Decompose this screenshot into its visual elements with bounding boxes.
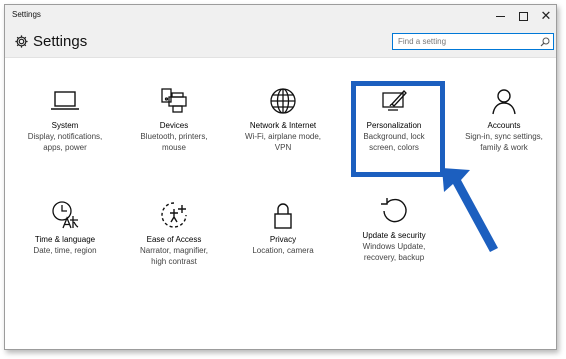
tile-privacy[interactable]: Privacy Location, camera [227,199,339,256]
minimize-button[interactable] [489,6,511,26]
tile-description: Date, time, region [33,246,97,255]
tile-accounts[interactable]: Accounts Sign-in, sync settings, family … [448,85,560,153]
tile-devices[interactable]: Devices Bluetooth, printers, mouse [118,85,230,153]
tile-time-language[interactable]: Time & language Date, time, region [9,199,121,256]
refresh-icon [381,198,407,223]
close-button[interactable]: ✕ [535,6,557,26]
tile-name: System [51,121,79,130]
search-box[interactable] [392,33,554,50]
maximize-button[interactable] [512,6,534,26]
tile-ease-of-access[interactable]: Ease of Access Narrator, magnifier, high… [118,199,230,267]
tile-name: Time & language [34,235,96,244]
laptop-icon [51,91,79,110]
settings-header: Settings [5,27,556,58]
tile-name: Network & Internet [249,121,317,130]
tile-name: Devices [159,121,189,130]
tile-system[interactable]: System Display, notifications, apps, pow… [9,85,121,153]
person-icon [492,89,516,115]
globe-icon [270,88,296,114]
page-title: Settings [33,33,88,50]
tile-description: Location, camera [252,246,314,255]
window-title: Settings [12,10,41,19]
settings-window: Settings ✕ Settings Find a setting Syste… [4,4,557,350]
tile-name: Accounts [487,121,521,130]
tile-description: Wi-Fi, airplane mode, VPN [244,132,322,152]
title-bar[interactable]: Settings ✕ [5,5,556,27]
devices-icon [161,88,187,113]
tile-description: Bluetooth, printers, mouse [140,132,208,152]
clock-language-icon [52,201,79,229]
search-input[interactable] [393,34,538,49]
lock-icon [274,203,292,229]
tile-description: Sign-in, sync settings, family & work [465,132,543,152]
tile-description: Display, notifications, apps, power [27,132,103,152]
pointer-arrow-icon [442,168,498,252]
ease-of-access-icon [161,202,187,228]
tile-network-internet[interactable]: Network & Internet Wi-Fi, airplane mode,… [227,85,339,153]
tile-name: Privacy [269,235,297,244]
gear-icon [15,35,28,48]
tile-name: Ease of Access [146,235,202,244]
tile-description: Narrator, magnifier, high contrast [139,246,209,266]
search-icon[interactable] [540,37,550,47]
